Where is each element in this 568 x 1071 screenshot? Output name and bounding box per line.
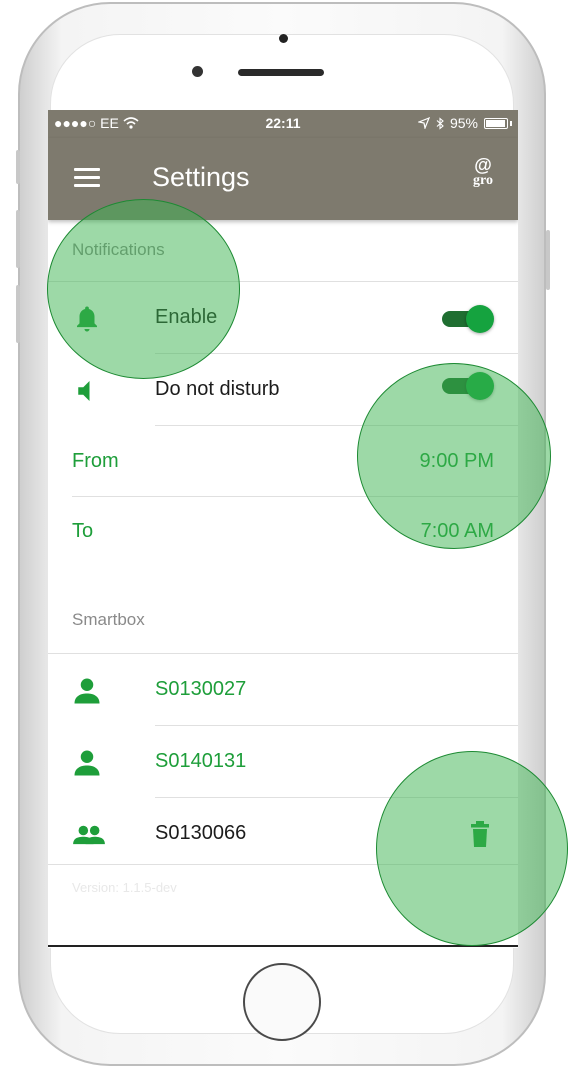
side-button bbox=[16, 150, 20, 184]
gro-logo-mark: @ bbox=[474, 155, 492, 175]
group-icon bbox=[73, 825, 105, 845]
smartbox-id: S0140131 bbox=[155, 750, 247, 772]
speaker-mute-icon bbox=[78, 381, 90, 401]
divider bbox=[48, 864, 518, 865]
earpiece-speaker bbox=[238, 69, 324, 76]
menu-icon[interactable] bbox=[74, 168, 100, 188]
from-time-value[interactable]: 9:00 PM bbox=[420, 450, 494, 473]
person-icon bbox=[74, 750, 100, 776]
battery-percent: 95% bbox=[449, 115, 478, 131]
location-arrow-icon bbox=[417, 117, 430, 129]
gro-logo-text: gro bbox=[473, 173, 493, 188]
screen-bottom-edge bbox=[48, 945, 518, 947]
smartbox-header: Smartbox bbox=[72, 610, 145, 629]
bluetooth-icon bbox=[436, 116, 444, 130]
smartbox-id: S0130027 bbox=[155, 678, 247, 700]
bell-icon bbox=[77, 306, 97, 332]
status-bar: ●●●●○ EE 22:11 95% bbox=[48, 110, 518, 138]
power-button bbox=[546, 230, 550, 290]
to-label: To bbox=[72, 520, 94, 542]
enable-label: Enable bbox=[155, 306, 218, 328]
front-camera bbox=[192, 66, 203, 77]
from-label: From bbox=[72, 450, 119, 472]
enable-toggle[interactable] bbox=[442, 305, 494, 333]
version-label: Version: 1.1.5-dev bbox=[72, 880, 177, 895]
battery-icon bbox=[484, 117, 508, 129]
volume-down-button bbox=[16, 285, 20, 343]
camera-dot bbox=[279, 34, 288, 43]
volume-up-button bbox=[16, 210, 20, 268]
home-button[interactable] bbox=[243, 963, 321, 1041]
phone-screen: ●●●●○ EE 22:11 95% Settings @ gro Notifi… bbox=[48, 110, 518, 948]
notifications-header: Notifications bbox=[72, 240, 165, 259]
do-not-disturb-label: Do not disturb bbox=[155, 378, 280, 400]
battery-tip bbox=[510, 120, 512, 126]
smartbox-item[interactable]: S0140131 bbox=[48, 726, 518, 798]
do-not-disturb-toggle[interactable] bbox=[442, 372, 494, 400]
do-not-disturb-row[interactable]: Do not disturb bbox=[48, 354, 518, 426]
person-icon bbox=[74, 678, 100, 704]
app-bar: Settings @ gro bbox=[48, 138, 518, 220]
smartbox-id: S0130066 bbox=[155, 822, 247, 844]
to-time-value[interactable]: 7:00 AM bbox=[421, 520, 494, 543]
to-row[interactable]: To 7:00 AM bbox=[48, 496, 518, 568]
enable-row[interactable]: Enable bbox=[48, 282, 518, 354]
gro-logo: @ gro bbox=[468, 156, 498, 196]
trash-icon[interactable] bbox=[470, 820, 490, 848]
smartbox-item[interactable]: S0130027 bbox=[48, 654, 518, 726]
from-row[interactable]: From 9:00 PM bbox=[48, 426, 518, 498]
page-title: Settings bbox=[152, 162, 250, 192]
smartbox-item[interactable]: S0130066 bbox=[48, 798, 518, 870]
